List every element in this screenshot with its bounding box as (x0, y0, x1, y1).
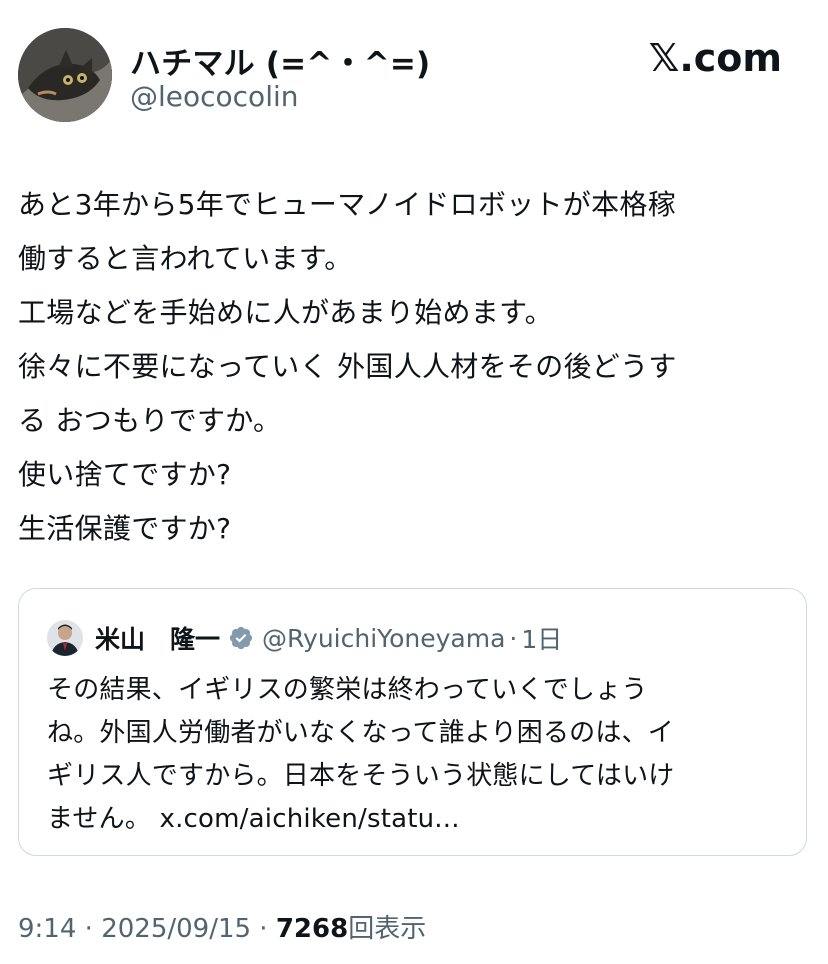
meta-separator: · (76, 914, 102, 944)
post-time[interactable]: 9:14 (18, 914, 76, 944)
author-display-name[interactable]: ハチマル (=^・^=) (130, 38, 430, 83)
post-line: 徐々に不要になっていく 外国人人材をその後どうす (18, 350, 677, 383)
quoted-line-last: ません。 x.com/aichiken/statu... (47, 798, 777, 841)
user-avatar[interactable] (18, 28, 112, 122)
quoted-author-avatar[interactable] (47, 620, 83, 656)
quoted-line: ギリス人ですから。日本をそういう状態にしてはいけ (47, 761, 675, 791)
cat-avatar-icon (18, 28, 112, 122)
post-line: あと3年から5年でヒューマノイドロボットが本格稼 (18, 188, 676, 221)
post-line: 働すると言われています。 (18, 242, 353, 275)
quoted-post-card[interactable]: 米山 隆一 @RyuichiYoneyama · 1日 その結果、イギリスの繁栄… (18, 588, 807, 856)
view-count-label: 回表示 (348, 914, 427, 944)
verified-badge-icon (229, 626, 253, 650)
post-date[interactable]: 2025/09/15 (101, 914, 251, 944)
post-line: 生活保護ですか? (18, 512, 232, 545)
quoted-post-text: その結果、イギリスの繁栄は終わっていくでしょう ね。外国人労働者がいなくなって誰… (47, 669, 777, 841)
post-line: る おつもりですか。 (18, 404, 282, 437)
post-line: 使い捨てですか? (18, 458, 232, 491)
quoted-author-handle[interactable]: @RyuichiYoneyama (262, 624, 505, 653)
view-count[interactable]: 7268 (276, 914, 348, 944)
quoted-line: その結果、イギリスの繁栄は終わっていくでしょう (47, 675, 648, 705)
meta-separator: · (251, 914, 276, 944)
quoted-post-link[interactable]: x.com/aichiken/statu... (160, 804, 460, 834)
post-line: 工場などを手始めに人があまり始めます。 (18, 296, 553, 329)
quoted-line-text: ません。 (47, 804, 152, 834)
x-com-logo[interactable]: 𝕏.com (649, 36, 782, 80)
quoted-post-header: 米山 隆一 @RyuichiYoneyama · 1日 (47, 619, 562, 657)
quoted-author-name[interactable]: 米山 隆一 (95, 620, 220, 656)
quoted-post-time[interactable]: 1日 (521, 620, 562, 656)
person-avatar-icon (47, 620, 83, 656)
post-text: あと3年から5年でヒューマノイドロボットが本格稼 働すると言われています。 工場… (18, 178, 810, 556)
separator-dot: · (509, 623, 518, 653)
quoted-line: ね。外国人労働者がいなくなって誰より困るのは、イ (47, 718, 674, 748)
author-handle[interactable]: @leococolin (130, 80, 299, 113)
post-metadata: 9:14 · 2025/09/15 · 7268回表示 (18, 908, 426, 945)
